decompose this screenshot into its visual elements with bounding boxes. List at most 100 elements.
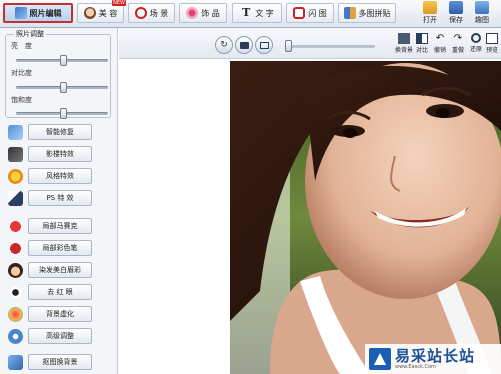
restore-label: 还原 [469,46,482,53]
restore-icon [471,33,481,43]
tool-row-mosaic: 局部马赛克 [8,218,108,236]
portrait-photo [230,61,501,374]
zoom-slider[interactable] [285,40,375,52]
contrast-label: 对比度 [11,69,32,77]
tab-accessory-label: 饰 品 [201,8,220,18]
swap-background-button[interactable]: 换背景 [395,33,413,57]
tab-scene[interactable]: 场 景 [128,3,175,23]
tool-row-color-pen: 局部彩色笔 [8,240,108,258]
left-tool-panel: 照片调整 亮 度 对比度 饱和度 智能修复 影楼特效 风格特效 PS 特 效 局… [0,28,118,374]
save-label: 保存 [449,16,463,24]
watermark-text: 易采站长站 www.Easck.Com [395,348,475,371]
studio-effects-icon [8,147,23,162]
style-effects-button[interactable]: 风格特效 [28,168,92,184]
contrast-slider[interactable] [16,82,108,93]
site-logo-icon [369,348,391,370]
hair-dye-icon [8,263,23,278]
tab-collage[interactable]: 多图拼贴 [338,3,396,23]
undo-label: 撤销 [433,47,446,54]
studio-effects-button[interactable]: 影楼特效 [28,146,92,162]
rotate-button[interactable]: ↻ [215,36,233,54]
photo-edit-icon [14,7,27,19]
tool-row-blur-background: 背景虚化 [8,306,108,324]
hair-dye-button[interactable]: 染发美白眉彩 [28,262,92,278]
undo-icon: ↶ [435,33,445,44]
ps-effects-icon [8,191,23,206]
photo-adjust-group: 照片调整 亮 度 对比度 饱和度 [5,29,111,119]
rotate-icon: ↻ [220,40,228,50]
redo-button[interactable]: ↷ 重做 [449,33,467,57]
text-t-icon: T [242,6,251,19]
collage-icon [343,7,356,19]
tool-row-cutout-background: 抠图换背景 [8,354,108,372]
fit-screen-button[interactable] [235,36,253,54]
photo-adjust-title: 照片调整 [14,29,46,39]
open-folder-icon [423,1,437,14]
blur-background-icon [8,307,23,322]
flash-image-icon [293,7,306,19]
style-effects-icon [8,169,23,184]
image-viewer: ↻ 换背景 对比 ↶ 撤销 ↷ 重做 还原 预览 [119,28,501,374]
main-toolbar: 照片编辑 美 容 NEW 场 景 饰 品 T 文 字 闪 图 多图拼贴 打开 保… [0,0,501,28]
smart-repair-button[interactable]: 智能修复 [28,124,92,140]
contrast-knob[interactable] [60,82,67,93]
tool-row-hair-dye: 染发美白眉彩 [8,262,108,280]
monitor-icon [239,41,249,49]
compare-icon [416,33,428,44]
tab-beauty[interactable]: 美 容 NEW [77,0,126,23]
tab-accessory[interactable]: 饰 品 [179,3,227,23]
new-badge: NEW [112,0,126,6]
preview-label: 预览 [485,47,498,54]
color-pen-icon [8,241,23,256]
preview-icon [486,33,498,44]
tool-row-advanced-adjust: 高级调整 [8,328,108,346]
actual-size-icon [259,41,269,49]
actual-size-button[interactable] [255,36,273,54]
beauty-face-icon [83,7,96,19]
open-button[interactable]: 打开 [418,1,442,27]
tab-photo-edit[interactable]: 照片编辑 [3,3,73,23]
fun-image-label: 趣图 [475,16,489,24]
tab-text[interactable]: T 文 字 [232,3,282,23]
tab-text-label: 文 字 [255,8,274,18]
tool-row-studio-effects: 影楼特效 [8,146,108,164]
ps-effects-button[interactable]: PS 特 效 [28,190,92,206]
edited-photo[interactable] [230,61,501,374]
undo-button[interactable]: ↶ 撤销 [431,33,449,57]
fun-image-icon [475,1,489,14]
color-pen-button[interactable]: 局部彩色笔 [28,240,92,256]
saturation-knob[interactable] [60,108,67,119]
brightness-slider[interactable] [16,55,108,66]
save-button[interactable]: 保存 [444,1,468,27]
red-eye-button[interactable]: 去 红 眼 [28,284,92,300]
cutout-background-button[interactable]: 抠图换背景 [28,354,92,370]
brightness-knob[interactable] [60,55,67,66]
tool-row-red-eye: 去 红 眼 [8,284,108,302]
accessory-icon [186,7,199,19]
watermark-url: www.Easck.Com [395,363,436,370]
tool-row-style-effects: 风格特效 [8,168,108,186]
saturation-slider[interactable] [16,108,108,119]
redo-icon: ↷ [453,33,463,44]
tool-row-ps-effects: PS 特 效 [8,190,108,208]
save-disk-icon [449,1,463,14]
compare-button[interactable]: 对比 [413,33,431,57]
tab-beauty-label: 美 容 [98,8,118,18]
zoom-knob[interactable] [285,40,292,52]
scene-icon [134,7,147,19]
mosaic-button[interactable]: 局部马赛克 [28,218,92,234]
advanced-adjust-button[interactable]: 高级调整 [28,328,92,344]
tab-flash-image-label: 闪 图 [308,8,327,18]
swap-background-icon [398,33,410,44]
fun-image-button[interactable]: 趣图 [470,1,494,27]
viewer-toolbar: ↻ 换背景 对比 ↶ 撤销 ↷ 重做 还原 预览 [119,28,501,59]
cutout-background-icon [8,355,23,370]
preview-button[interactable]: 预览 [483,33,501,57]
blur-background-button[interactable]: 背景虚化 [28,306,92,322]
swap-background-label: 换背景 [395,47,414,54]
mosaic-icon [8,219,23,234]
tab-flash-image[interactable]: 闪 图 [286,3,334,23]
redo-label: 重做 [451,47,464,54]
site-watermark: 易采站长站 www.Easck.Com [365,344,501,374]
red-eye-icon [8,285,23,300]
